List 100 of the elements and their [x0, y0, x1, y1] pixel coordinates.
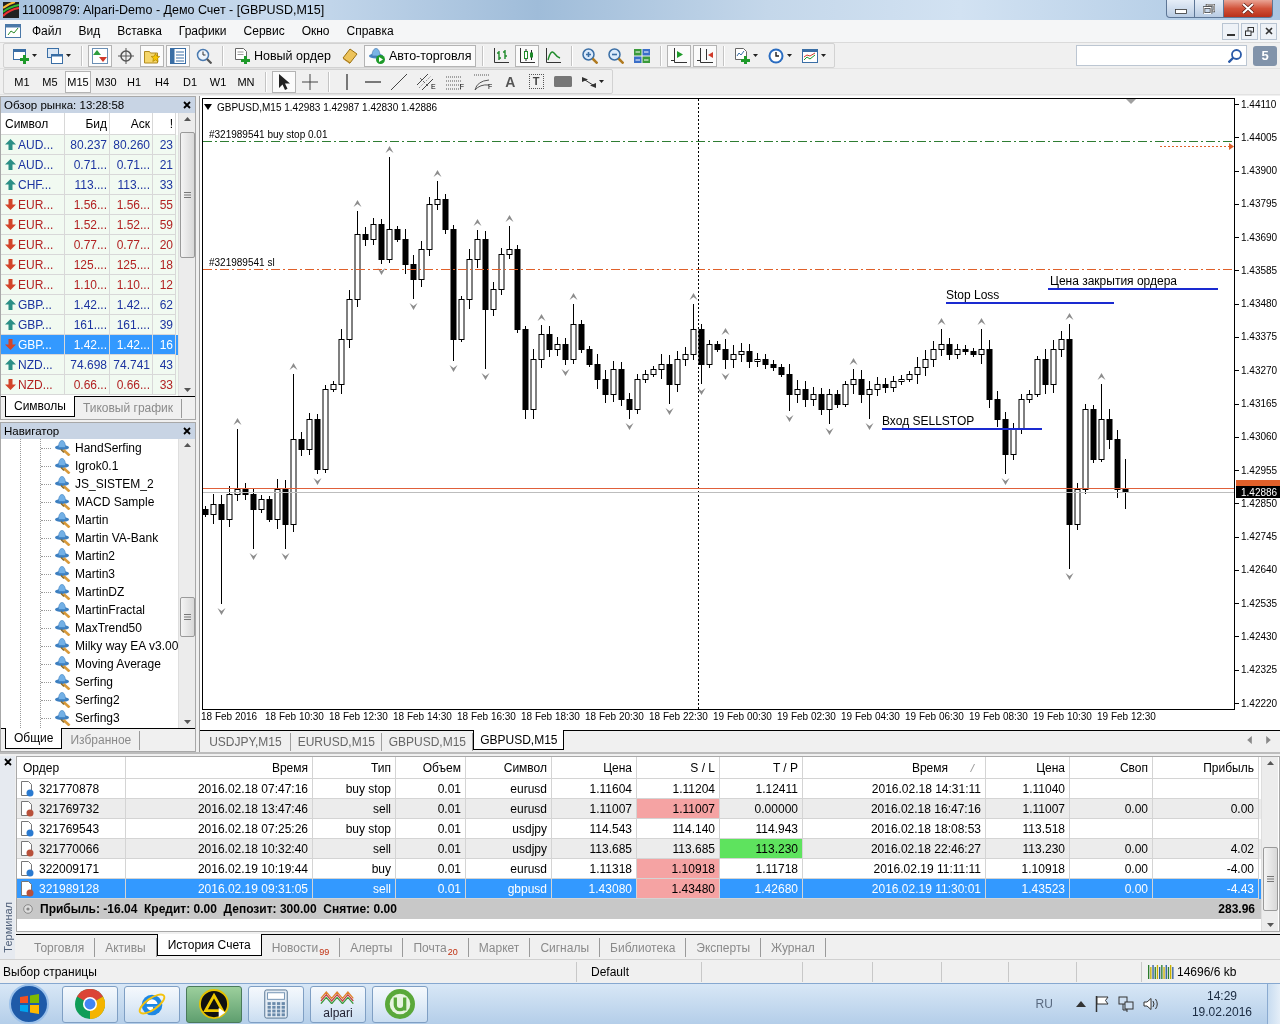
- chart-tab[interactable]: GBPUSD,M15: [473, 730, 565, 750]
- restore-button[interactable]: [1195, 0, 1224, 18]
- scroll-up-icon[interactable]: [1266, 761, 1274, 765]
- speaker-icon[interactable]: [1142, 996, 1159, 1012]
- navigator-item[interactable]: Martin3: [41, 565, 179, 583]
- scroll-down-icon[interactable]: [183, 720, 191, 724]
- scroll-down-icon[interactable]: [1266, 923, 1274, 927]
- navigator-item[interactable]: MartinDZ: [41, 583, 179, 601]
- chart-tab[interactable]: USDJPY,M15: [200, 733, 292, 751]
- terminal-tab[interactable]: История Счета: [156, 934, 262, 956]
- minimize-button[interactable]: [1166, 0, 1195, 18]
- scroll-up-icon[interactable]: [183, 117, 191, 121]
- navigator-item[interactable]: Martin2: [41, 547, 179, 565]
- menu-item[interactable]: Справка: [337, 22, 402, 40]
- candlestick-button[interactable]: [515, 44, 540, 67]
- minimize-button[interactable]: [1222, 22, 1239, 40]
- symbol-row[interactable]: AUD... 0.71... 0.71... 21: [1, 155, 178, 175]
- symbol-row[interactable]: GBP... 1.42... 1.42... 62: [1, 295, 178, 315]
- symbol-row[interactable]: EUR... 0.77... 0.77... 20: [1, 235, 178, 255]
- symbol-row[interactable]: CHF... 113.... 113.... 33: [1, 175, 178, 195]
- timeframe-button[interactable]: W1: [205, 70, 231, 93]
- navigator-item[interactable]: JS_SISTEM_2: [41, 475, 179, 493]
- navigator-item[interactable]: MACD Sample: [41, 493, 179, 511]
- navigator-item[interactable]: MaxTrend50: [41, 619, 179, 637]
- order-row[interactable]: 321989128 2016.02.19 09:31:05 sell 0.01 gbpusd 1.43080 1.43480 1.42680 2016.02.19 11:30:01 1.43523 0.00 -4.43: [17, 879, 1261, 899]
- auto-scroll-button[interactable]: [667, 44, 692, 67]
- timeframe-button[interactable]: MN: [233, 70, 259, 93]
- market-watch-button[interactable]: [88, 44, 112, 67]
- chart-tab[interactable]: EURUSD,M15: [291, 733, 383, 751]
- text-button[interactable]: A: [498, 70, 523, 93]
- search-field[interactable]: [1076, 45, 1247, 66]
- taskbar-button[interactable]: [186, 985, 242, 1023]
- close-icon[interactable]: [183, 427, 192, 435]
- scrollbar-thumb[interactable]: [1262, 847, 1278, 911]
- language-indicator[interactable]: RU: [1035, 997, 1053, 1011]
- symbol-row[interactable]: EUR... 1.10... 1.10... 12: [1, 275, 178, 295]
- scrollbar[interactable]: [178, 439, 196, 728]
- navigator-item[interactable]: Milky way EA v3.00: [41, 637, 179, 655]
- panel-tab[interactable]: Общие: [5, 728, 63, 749]
- navigator-item[interactable]: Moving Average: [41, 655, 179, 673]
- menu-item[interactable]: Файл: [23, 22, 70, 40]
- timeframe-button[interactable]: D1: [177, 70, 203, 93]
- auto-trading-button[interactable]: Авто-торговля: [363, 44, 477, 67]
- timeframe-button[interactable]: M30: [93, 70, 119, 93]
- menu-item[interactable]: Вид: [69, 22, 109, 40]
- navigator-item[interactable]: Igrok0.1: [41, 457, 179, 475]
- timeframe-button[interactable]: M1: [9, 70, 35, 93]
- navigator-item[interactable]: Martin: [41, 511, 179, 529]
- timeframe-button[interactable]: H1: [121, 70, 147, 93]
- panel-tab[interactable]: Символы: [5, 396, 75, 417]
- taskbar-button[interactable]: alpari: [310, 985, 366, 1023]
- scroll-up-icon[interactable]: [183, 443, 191, 447]
- scrollbar-thumb[interactable]: [179, 597, 195, 637]
- flag-icon[interactable]: [1094, 996, 1109, 1012]
- chart-window-icon[interactable]: [5, 23, 21, 39]
- close-button[interactable]: [1260, 22, 1277, 40]
- tray-time[interactable]: 14:29: [1206, 989, 1237, 1003]
- navigator-button[interactable]: [140, 44, 164, 67]
- navigator-item[interactable]: Serfing3: [41, 709, 179, 727]
- triangle-icon[interactable]: [204, 104, 213, 110]
- close-icon[interactable]: [183, 101, 192, 109]
- tray-date[interactable]: 19.02.2016: [1191, 1005, 1252, 1019]
- close-icon[interactable]: [3, 758, 12, 766]
- chart-shift-button[interactable]: [693, 44, 718, 67]
- tray-expand-icon[interactable]: [1075, 1001, 1086, 1007]
- navigator-item[interactable]: Serfing2: [41, 691, 179, 709]
- close-button[interactable]: [1224, 0, 1273, 18]
- symbol-row[interactable]: GBP... 161.... 161.... 39: [1, 315, 178, 335]
- menu-item[interactable]: Сервис: [234, 22, 293, 40]
- scroll-right-icon[interactable]: [1266, 736, 1272, 744]
- shift-marker-icon[interactable]: [1126, 99, 1137, 104]
- navigator-item[interactable]: MartinFractal: [41, 601, 179, 619]
- scrollbar-thumb[interactable]: [179, 132, 195, 258]
- scroll-left-icon[interactable]: [1247, 736, 1253, 744]
- restore-button[interactable]: [1241, 22, 1258, 40]
- symbol-row[interactable]: AUD... 80.237 80.260 23: [1, 135, 178, 155]
- timeframe-button[interactable]: M5: [37, 70, 63, 93]
- order-row[interactable]: 321770066 2016.02.18 10:32:40 sell 0.01 usdjpy 113.685 113.685 113.230 2016.02.18 22:46:27 113.230 0.00 4.02: [17, 839, 1261, 859]
- menu-item[interactable]: Графики: [169, 22, 235, 40]
- navigator-item[interactable]: Serfing: [41, 673, 179, 691]
- navigator-item[interactable]: HandSerfing: [41, 439, 179, 457]
- text-label-button[interactable]: T: [524, 70, 549, 93]
- terminal-button[interactable]: [166, 44, 190, 67]
- timeframe-button[interactable]: M15: [65, 70, 91, 93]
- symbol-row[interactable]: NZD... 74.698 74.741 43: [1, 355, 178, 375]
- cursor-button[interactable]: [272, 70, 296, 93]
- symbol-row[interactable]: EUR... 125.... 125.... 18: [1, 255, 178, 275]
- order-row[interactable]: 321769732 2016.02.18 13:47:46 sell 0.01 eurusd 1.11007 1.11007 0.00000 2016.02.18 16:47:16 1.11007 0.00 0.00: [17, 799, 1261, 819]
- new-order-button[interactable]: Новый ордер: [229, 44, 336, 67]
- scroll-down-icon[interactable]: [183, 388, 191, 392]
- symbol-row[interactable]: EUR... 1.56... 1.56... 55: [1, 195, 178, 215]
- scrollbar[interactable]: [1261, 757, 1278, 931]
- timeframe-button[interactable]: H4: [149, 70, 175, 93]
- menu-item[interactable]: Окно: [292, 22, 338, 40]
- symbol-row[interactable]: NZD... 0.66... 0.66... 33: [1, 375, 178, 395]
- symbol-row[interactable]: EUR... 1.52... 1.52... 59: [1, 215, 178, 235]
- navigator-item[interactable]: Martin VA-Bank: [41, 529, 179, 547]
- network-icon[interactable]: [1117, 996, 1134, 1012]
- menu-item[interactable]: Вставка: [108, 22, 170, 40]
- scrollbar[interactable]: [178, 113, 195, 396]
